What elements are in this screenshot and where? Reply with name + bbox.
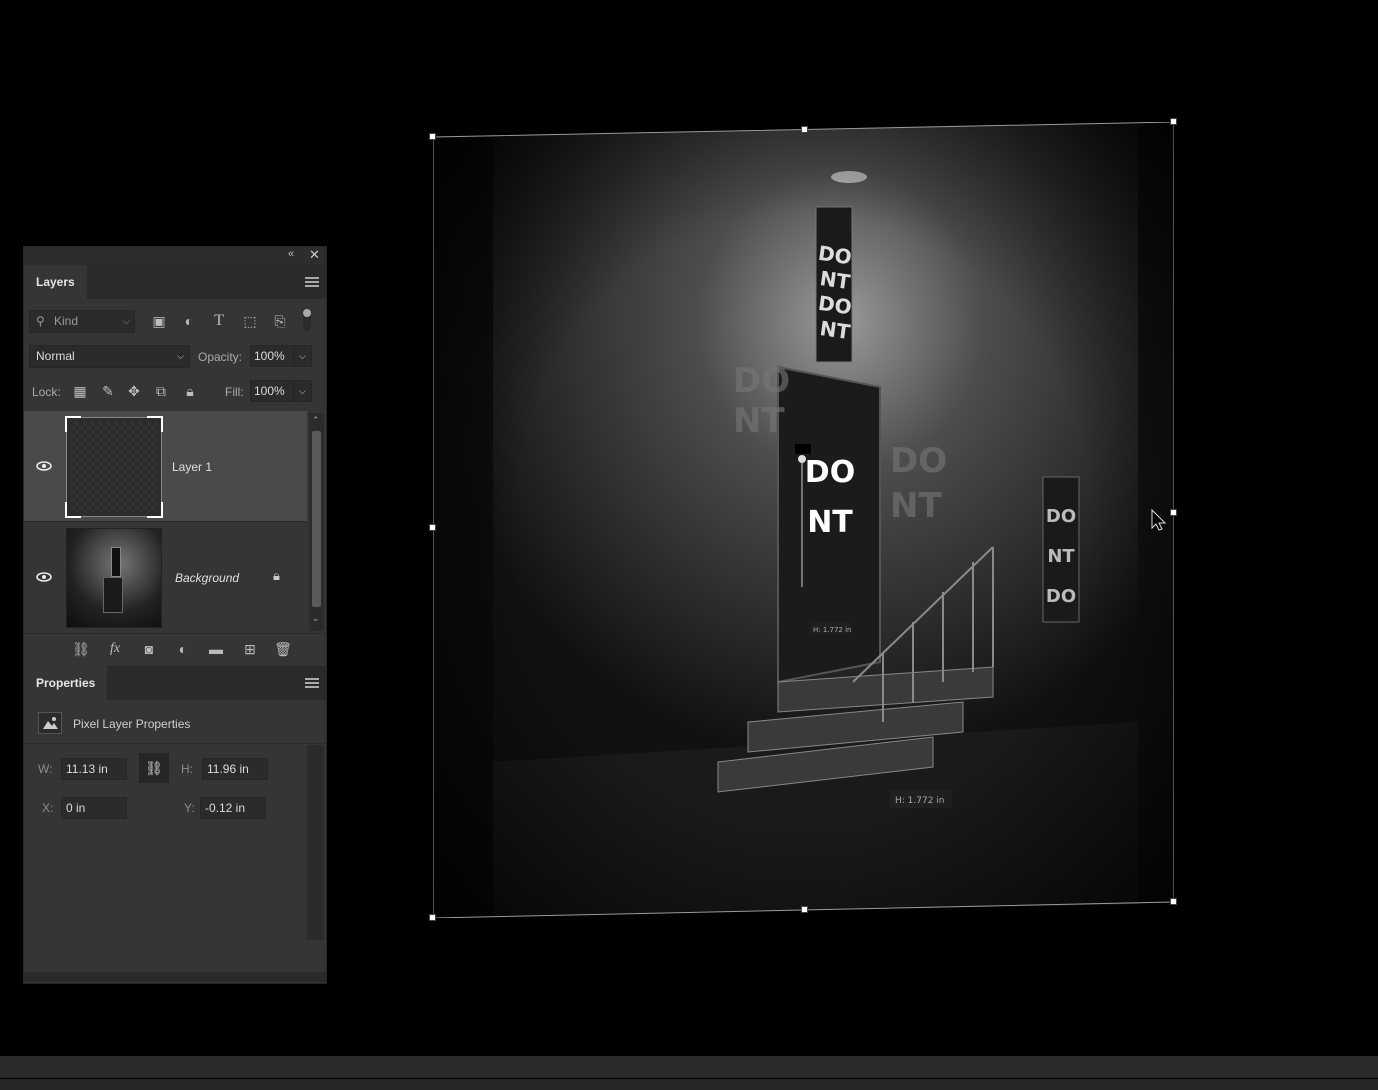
lock-label: Lock: — [32, 385, 61, 399]
folder-icon[interactable]: ▬ — [207, 640, 225, 658]
visibility-eye-icon[interactable] — [36, 572, 52, 582]
transform-handle-bottom-left[interactable] — [429, 914, 436, 921]
mask-icon[interactable]: ◙ — [140, 640, 158, 658]
width-field[interactable]: 11.13 in — [61, 758, 127, 780]
properties-tabstrip: Properties — [24, 666, 326, 700]
layer-list: Layer 1 Background 🔒︎ — [24, 411, 309, 633]
tab-layers[interactable]: Layers — [24, 265, 87, 299]
blend-mode-value: Normal — [36, 349, 75, 363]
new-layer-icon[interactable]: ⊞ — [241, 640, 259, 658]
layers-menu-icon[interactable] — [305, 277, 319, 287]
height-label: H: — [181, 762, 193, 776]
properties-menu-icon[interactable] — [305, 678, 319, 688]
visibility-eye-icon[interactable] — [36, 461, 52, 471]
layer-thumbnail[interactable] — [65, 416, 163, 518]
layers-properties-dock: « ✕ Layers ⚲ Kind ⌵ ▣ ◐ T ⬚ ⎘ Normal ⌵ O… — [23, 246, 327, 984]
lock-icon: 🔒︎ — [273, 568, 280, 583]
fill-dropdown-icon[interactable]: ⌵ — [294, 380, 312, 402]
layers-footer: ⛓ fx ◙ ◐ ▬ ⊞ 🗑︎ — [24, 633, 326, 664]
layer-row[interactable]: Background 🔒︎ — [24, 522, 307, 632]
y-field[interactable]: -0.12 in — [200, 797, 266, 819]
chevron-down-icon: ⌵ — [177, 351, 184, 361]
lock-paint-icon[interactable]: ✎ — [99, 382, 117, 400]
collapse-icon[interactable]: « — [288, 248, 294, 260]
x-label: X: — [42, 801, 54, 815]
layer-list-scrollbar[interactable]: ⌃ ⌄ — [309, 413, 324, 631]
fill-label: Fill: — [225, 385, 244, 399]
opacity-dropdown-icon[interactable]: ⌵ — [294, 345, 312, 367]
lock-artboard-icon[interactable]: ⧉ — [152, 382, 170, 400]
transform-handle-top-middle[interactable] — [801, 126, 808, 133]
canvas-image: DO NT DO NT DO NT DO NT DO NT DO NT DO — [432, 121, 1175, 919]
transform-handle-top-right[interactable] — [1170, 118, 1177, 125]
filter-kind-select[interactable]: ⚲ Kind ⌵ — [29, 310, 135, 333]
document-canvas[interactable]: DO NT DO NT DO NT DO NT DO NT DO NT DO — [429, 118, 1177, 921]
tab-properties[interactable]: Properties — [24, 666, 108, 700]
properties-divider — [24, 743, 326, 744]
lock-all-icon[interactable]: 🔒︎ — [181, 382, 199, 400]
pixel-layer-icon — [38, 712, 62, 734]
lock-transparent-icon[interactable]: ▦ — [71, 382, 89, 400]
blend-mode-select[interactable]: Normal ⌵ — [29, 345, 190, 368]
scroll-thumb[interactable] — [312, 431, 321, 607]
fx-icon[interactable]: fx — [106, 640, 124, 658]
properties-title: Pixel Layer Properties — [73, 717, 191, 731]
filter-shape-icon[interactable]: ⬚ — [241, 312, 259, 330]
opacity-label: Opacity: — [198, 350, 243, 364]
opacity-field[interactable]: 100% — [250, 345, 294, 367]
panel-resize-grip[interactable] — [24, 972, 326, 982]
close-icon[interactable]: ✕ — [309, 247, 320, 263]
transform-handle-top-left[interactable] — [429, 133, 436, 140]
transform-handle-bottom-middle[interactable] — [801, 906, 808, 913]
adjustment-icon[interactable]: ◐ — [174, 640, 192, 658]
properties-scrollbar[interactable] — [307, 745, 324, 940]
y-label: Y: — [184, 801, 195, 815]
search-icon: ⚲ — [36, 314, 45, 328]
link-dimensions-icon[interactable]: ⛓ — [139, 753, 169, 783]
fill-field[interactable]: 100% — [250, 380, 294, 402]
layer-name[interactable]: Background — [175, 571, 239, 585]
transform-handle-middle-right[interactable] — [1170, 509, 1177, 516]
bottom-bar — [0, 1079, 1378, 1090]
transform-handle-middle-left[interactable] — [429, 524, 436, 531]
layer-name[interactable]: Layer 1 — [172, 460, 212, 474]
filter-toggle[interactable] — [303, 309, 311, 331]
filter-adjustment-icon[interactable]: ◐ — [180, 312, 198, 330]
x-field[interactable]: 0 in — [61, 797, 127, 819]
trash-icon[interactable]: 🗑︎ — [274, 640, 292, 658]
lock-position-icon[interactable]: ✥ — [125, 382, 143, 400]
filter-kind-label: Kind — [54, 314, 79, 328]
filter-smartobject-icon[interactable]: ⎘ — [271, 312, 289, 330]
link-icon[interactable]: ⛓ — [72, 640, 90, 658]
status-bar — [0, 1056, 1378, 1078]
height-field[interactable]: 11.96 in — [202, 758, 268, 780]
scroll-down-icon[interactable]: ⌄ — [312, 613, 320, 624]
scroll-up-icon[interactable]: ⌃ — [312, 415, 320, 426]
filter-pixel-icon[interactable]: ▣ — [150, 312, 168, 330]
filter-type-icon[interactable]: T — [210, 312, 228, 330]
chevron-down-icon: ⌵ — [123, 316, 130, 326]
layer-row[interactable]: Layer 1 — [24, 411, 307, 522]
layer-thumbnail[interactable] — [66, 528, 162, 628]
transform-handle-bottom-right[interactable] — [1170, 898, 1177, 905]
layers-tabstrip: Layers — [24, 265, 326, 299]
panel-titlebar: « ✕ — [24, 247, 326, 265]
width-label: W: — [38, 762, 53, 776]
mouse-cursor-icon — [1151, 508, 1167, 531]
